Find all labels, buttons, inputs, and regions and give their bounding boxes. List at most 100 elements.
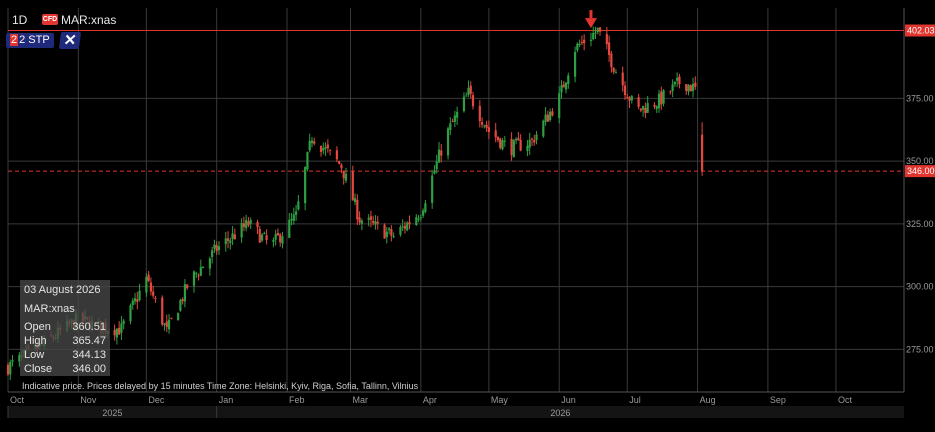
candle-body bbox=[431, 175, 434, 203]
candle-body bbox=[115, 328, 118, 338]
candle-body bbox=[567, 75, 570, 84]
candle-body bbox=[592, 33, 595, 40]
candle-body bbox=[499, 138, 502, 148]
candle-body bbox=[467, 87, 470, 95]
candle-body bbox=[669, 91, 672, 93]
candle-body bbox=[387, 228, 391, 231]
candle-body bbox=[594, 32, 597, 34]
tooltip-row-low: Low 344.13 bbox=[24, 349, 108, 363]
year-label: 2025 bbox=[102, 408, 122, 418]
candle-body bbox=[687, 85, 690, 92]
candle-body bbox=[662, 90, 665, 104]
candle-body bbox=[374, 221, 377, 225]
close-order-icon[interactable]: ✕ bbox=[58, 32, 82, 49]
candle-body bbox=[533, 140, 536, 143]
tooltip-row-open: Open 360.51 bbox=[24, 321, 108, 335]
time-tick-label: Oct bbox=[838, 395, 853, 405]
candle-body bbox=[623, 85, 627, 96]
candle-body bbox=[9, 362, 12, 375]
candle-body bbox=[589, 39, 593, 41]
order-count: 2 bbox=[10, 34, 19, 46]
candle-body bbox=[274, 234, 277, 240]
candle-body bbox=[372, 220, 375, 223]
candle-body bbox=[133, 298, 137, 302]
time-tick-label: Jul bbox=[629, 395, 641, 405]
candle-body bbox=[691, 83, 695, 91]
candle-body bbox=[272, 239, 275, 242]
candle-body bbox=[249, 220, 252, 224]
candle-body bbox=[446, 128, 450, 156]
candle-body bbox=[369, 216, 373, 220]
candle-body bbox=[480, 122, 484, 125]
candle-body bbox=[226, 238, 230, 241]
time-tick-label: May bbox=[491, 395, 509, 405]
candle-body bbox=[231, 233, 234, 240]
candle-body bbox=[240, 222, 243, 238]
candle-body bbox=[657, 93, 661, 109]
candle-body bbox=[501, 140, 504, 150]
last-candle-body bbox=[701, 134, 704, 172]
price-tick-label: 275.00 bbox=[906, 344, 934, 354]
chart-canvas[interactable]: 275.00 300.00 325.00 350.00 375.00 402.03 346.… bbox=[0, 0, 935, 432]
candle-body bbox=[122, 320, 125, 324]
candle-body bbox=[433, 170, 436, 174]
arrow-down-stem bbox=[589, 10, 593, 19]
price-tick-label: 375.00 bbox=[906, 93, 934, 103]
candle-body bbox=[558, 93, 561, 118]
candle-body bbox=[646, 103, 649, 113]
candle-body bbox=[694, 82, 697, 87]
candle-body bbox=[342, 170, 345, 179]
candle-body bbox=[515, 139, 518, 141]
candle-body bbox=[626, 96, 629, 99]
candle-body bbox=[503, 140, 506, 142]
candle-body bbox=[403, 225, 407, 229]
instrument-symbol[interactable]: MAR:xnas bbox=[61, 13, 116, 27]
price-levels bbox=[8, 30, 904, 172]
candle-body bbox=[260, 234, 264, 241]
candle-body bbox=[245, 220, 248, 229]
candle-body bbox=[215, 245, 218, 252]
candle-body bbox=[186, 284, 189, 289]
candle-body bbox=[322, 148, 325, 151]
stop-order-badge[interactable]: 22 STP bbox=[6, 33, 54, 48]
candle-body bbox=[478, 105, 481, 122]
candle-body bbox=[308, 140, 311, 151]
candle-body bbox=[560, 85, 563, 93]
candle-body bbox=[551, 111, 554, 116]
candle-body bbox=[660, 91, 663, 105]
candle-body bbox=[510, 139, 513, 156]
candle-body bbox=[453, 115, 456, 122]
candle-body bbox=[256, 222, 259, 228]
price-axis[interactable]: 275.00 300.00 325.00 350.00 375.00 402.03 346.… bbox=[903, 8, 935, 392]
candle-body bbox=[199, 267, 202, 276]
tooltip-value: 360.51 bbox=[72, 321, 106, 333]
candle-body bbox=[401, 226, 404, 228]
candle-body bbox=[487, 127, 490, 133]
candle-body bbox=[655, 106, 658, 110]
candle-body bbox=[197, 275, 200, 277]
tooltip-row-high: High 365.47 bbox=[24, 335, 108, 349]
candle-body bbox=[242, 223, 246, 227]
delay-disclaimer: Indicative price. Prices delayed by 15 m… bbox=[22, 381, 419, 391]
candle-body bbox=[179, 300, 182, 311]
candle-body bbox=[356, 199, 359, 220]
candle-body bbox=[313, 141, 316, 144]
candle-body bbox=[329, 149, 332, 151]
candle-body bbox=[131, 300, 134, 305]
time-axis[interactable]: Oct Nov Dec Jan Feb Mar Apr May Jun Jul Aug Sep Oct 2… bbox=[7, 391, 904, 418]
candle-body bbox=[630, 96, 633, 101]
candle-body bbox=[385, 231, 388, 238]
candle-body bbox=[576, 43, 579, 51]
candle-body bbox=[183, 284, 187, 302]
candle-body bbox=[294, 211, 298, 215]
candle-body bbox=[673, 81, 676, 85]
candle-series bbox=[6, 26, 704, 380]
tooltip-label: Open bbox=[24, 321, 51, 333]
candle-body bbox=[152, 291, 155, 296]
candle-body bbox=[390, 229, 393, 236]
candle-body bbox=[598, 27, 602, 32]
time-tick-label: Mar bbox=[353, 395, 369, 405]
timeframe-label[interactable]: 1D bbox=[12, 13, 27, 27]
stop-level-label: 402.03 bbox=[907, 26, 935, 36]
candle-body bbox=[608, 42, 611, 55]
